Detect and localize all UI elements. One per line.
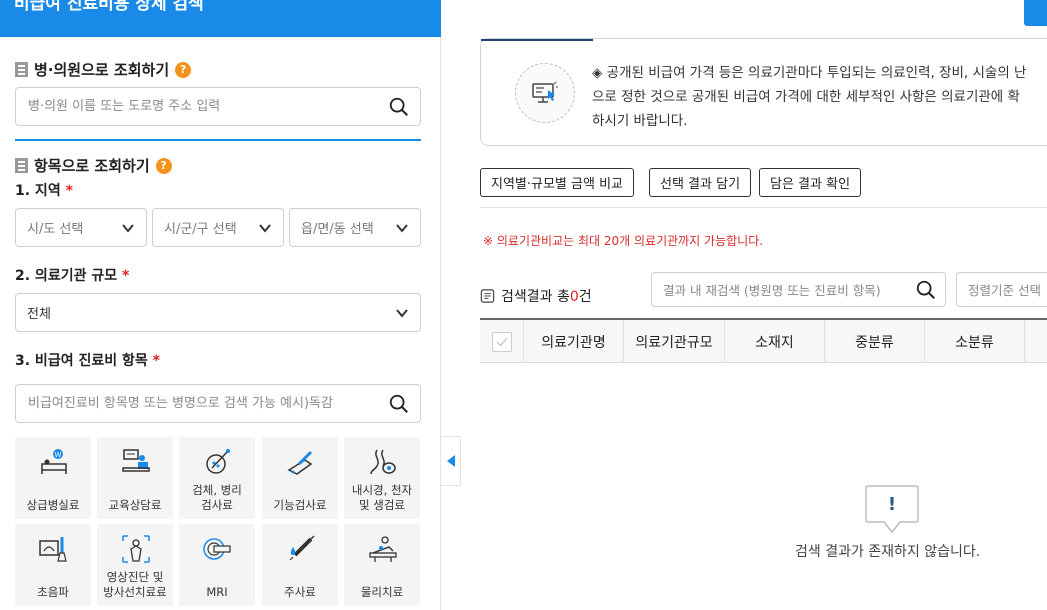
hospital-search-input[interactable] [15, 87, 421, 126]
column-header[interactable]: 소재지 [725, 320, 825, 363]
chevron-down-icon [259, 224, 271, 233]
help-icon[interactable]: ? [155, 157, 172, 174]
result-table-header: 의료기관명 의료기관규모 소재지 중분류 소분류 [480, 318, 1047, 363]
document-icon [480, 289, 495, 303]
save-selection-button[interactable]: 선택 결과 담기 [649, 168, 752, 197]
chevron-down-icon [396, 309, 408, 318]
tile-room-fee[interactable]: W 상급병실료 [15, 437, 91, 519]
tile-endoscope[interactable]: 내시경, 천자 및 생검료 [344, 437, 420, 519]
mri-icon [203, 538, 231, 560]
monitor-click-icon [532, 81, 558, 103]
function-test-icon [287, 450, 313, 475]
region-label: 1. 지역 * [15, 183, 73, 199]
nonpay-search-input[interactable] [15, 384, 421, 423]
view-saved-button[interactable]: 담은 결과 확인 [759, 168, 862, 197]
town-select[interactable]: 읍/면/동 선택 [289, 208, 421, 247]
caret-left-icon [446, 455, 455, 467]
select-all-cell [480, 320, 524, 363]
tile-mri[interactable]: MRI [179, 524, 255, 606]
hospital-search-title: 병·의원으로 조회하기 ? [15, 59, 192, 80]
scale-select[interactable]: 전체 [15, 293, 421, 332]
panel-title: 비급여 진료비용 상세 검색 [0, 0, 441, 37]
check-icon [495, 337, 508, 347]
nonpay-search-field[interactable] [28, 396, 368, 411]
search-icon[interactable] [388, 96, 410, 118]
list-icon [15, 158, 28, 173]
city-select[interactable]: 시/군/구 선택 [152, 208, 284, 247]
bed-icon: W [41, 449, 67, 474]
imaging-icon [122, 535, 150, 563]
item-search-title: 항목으로 조회하기 ? [15, 155, 172, 176]
select-all-checkbox[interactable] [491, 331, 512, 352]
building-icon [15, 62, 28, 77]
injection-icon [289, 535, 315, 561]
nonpay-label: 3. 비급여 진료비 항목 * [15, 353, 160, 369]
column-header[interactable]: 소분류 [925, 320, 1025, 363]
tile-injection[interactable]: 주사료 [262, 524, 338, 606]
hospital-search-field[interactable] [28, 99, 368, 114]
chevron-down-icon [396, 224, 408, 233]
province-select[interactable]: 시/도 선택 [15, 208, 147, 247]
tile-physical-therapy[interactable]: 물리치료 [344, 524, 420, 606]
notice-accent-bar [481, 39, 593, 41]
physical-therapy-icon [369, 536, 397, 562]
result-count: 검색결과 총0건 [480, 286, 592, 306]
column-header[interactable]: 의료기관규모 [624, 320, 725, 363]
exclamation-mark: ! [888, 494, 896, 515]
comparison-limit-notice: ※ 의료기관비교는 최대 20개 의료기관까지 가능합니다. [483, 234, 764, 248]
chevron-down-icon [122, 224, 134, 233]
tile-ultrasound[interactable]: 초음파 [15, 524, 91, 606]
counseling-icon [122, 449, 150, 472]
sort-select[interactable]: 정렬기준 선택 [956, 272, 1047, 307]
column-header[interactable]: 의료기관명 [524, 320, 624, 363]
tile-specimen-test[interactable]: 검체, 병리 검사료 [179, 437, 255, 519]
ultrasound-icon [39, 537, 67, 562]
tile-counseling[interactable]: 교육상담료 [97, 437, 173, 519]
empty-result-icon: ! [865, 485, 919, 534]
tile-function-test[interactable]: 기능검사료 [262, 437, 338, 519]
svg-text:W: W [55, 451, 62, 459]
notice-icon [515, 63, 575, 123]
specimen-test-icon [206, 449, 230, 474]
divider [480, 207, 1047, 208]
endoscope-icon [370, 449, 396, 475]
search-icon[interactable] [388, 393, 410, 415]
section-divider [15, 139, 421, 141]
column-header[interactable]: 중분류 [825, 320, 925, 363]
empty-result-message: 검색 결과가 존재하지 않습니다. [795, 544, 981, 560]
panel-collapse-toggle[interactable] [441, 436, 461, 486]
notice-text: ◈ 공개된 비급여 가격 등은 의료기관마다 투입되는 의료인력, 장비, 시술… [592, 65, 1027, 129]
search-icon[interactable] [915, 279, 937, 301]
tile-imaging[interactable]: 영상진단 및 방사선치료료 [97, 524, 173, 606]
notice-box: ◈ 공개된 비급여 가격 등은 의료기관마다 투입되는 의료인력, 장비, 시술… [480, 38, 1047, 146]
scale-label: 2. 의료기관 규모 * [15, 268, 130, 284]
top-action-button[interactable] [1024, 0, 1047, 26]
help-icon[interactable]: ? [175, 61, 192, 78]
result-research-input[interactable]: 결과 내 재검색 (병원명 또는 진료비 항목) [651, 272, 946, 307]
search-panel: 비급여 진료비용 상세 검색 병·의원으로 조회하기 ? 항목으로 조회하기 ?… [0, 0, 441, 610]
compare-by-region-button[interactable]: 지역별·규모별 금액 비교 [480, 168, 634, 197]
